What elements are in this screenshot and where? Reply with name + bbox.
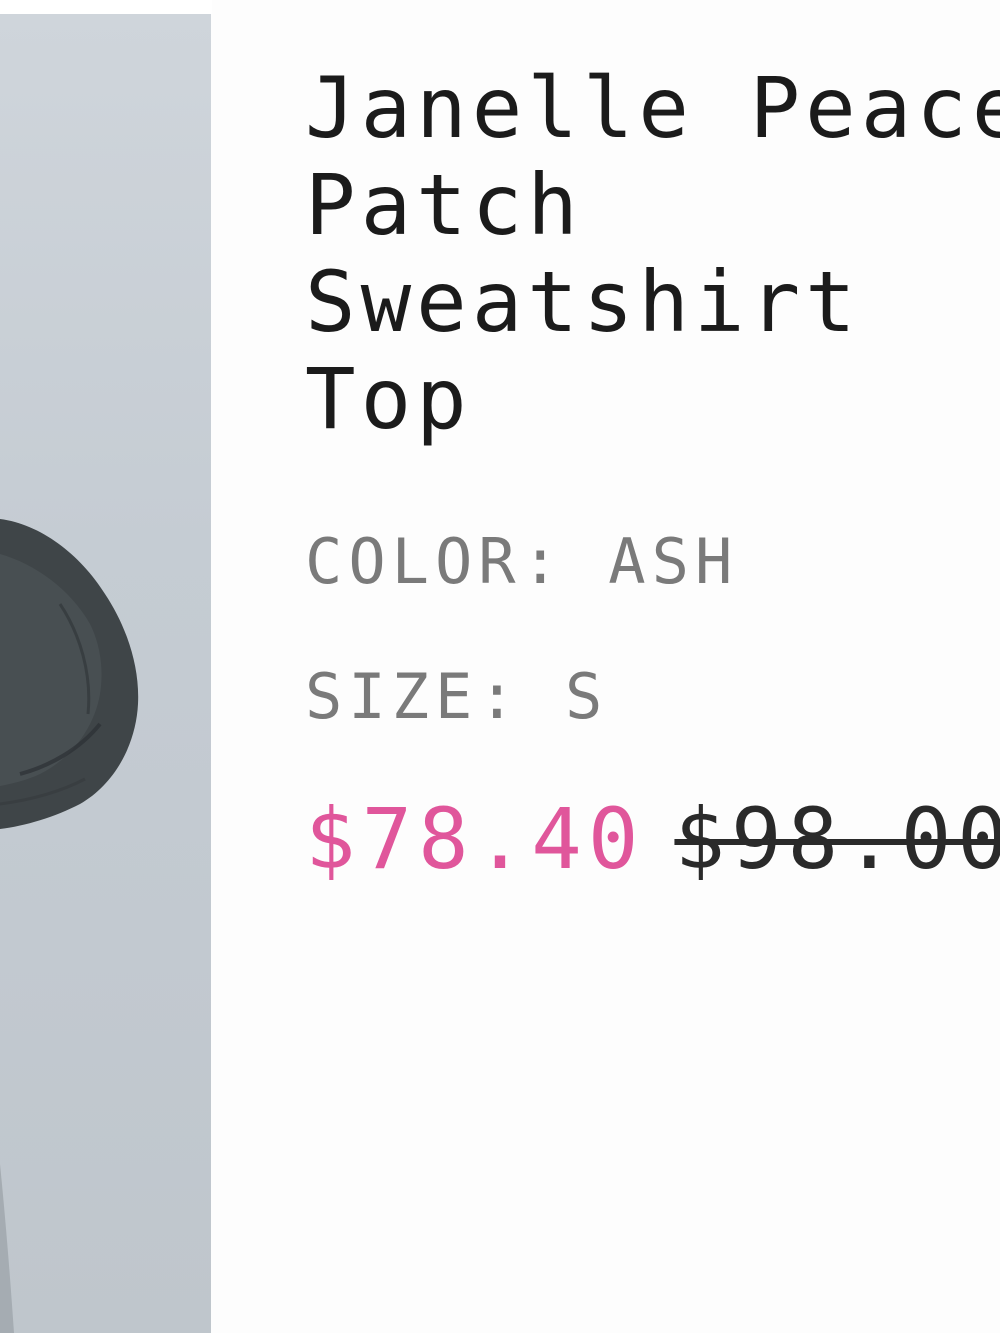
size-attribute: SIZE: S	[305, 660, 608, 733]
sweatshirt-photo-icon	[0, 519, 139, 1333]
price-row: $78.40 $98.00	[305, 790, 1000, 888]
product-title: Janelle Peace Patch Sweatshirt Top	[305, 60, 1000, 448]
color-value: ASH	[608, 525, 739, 598]
product-title-line: Patch	[305, 156, 583, 254]
product-image[interactable]	[0, 14, 211, 1333]
original-price: $98.00	[674, 790, 1000, 888]
color-label: COLOR:	[305, 525, 565, 598]
size-value: S	[564, 660, 609, 733]
sale-price: $78.40	[305, 790, 645, 888]
product-title-line: Sweatshirt	[305, 253, 861, 351]
size-label: SIZE:	[305, 660, 522, 733]
product-details: Janelle Peace Patch Sweatshirt Top COLOR…	[305, 60, 1000, 1333]
color-attribute: COLOR: ASH	[305, 525, 738, 598]
top-divider	[0, 0, 212, 14]
product-title-line: Janelle Peace	[305, 60, 1000, 157]
product-title-line: Top	[305, 350, 472, 448]
